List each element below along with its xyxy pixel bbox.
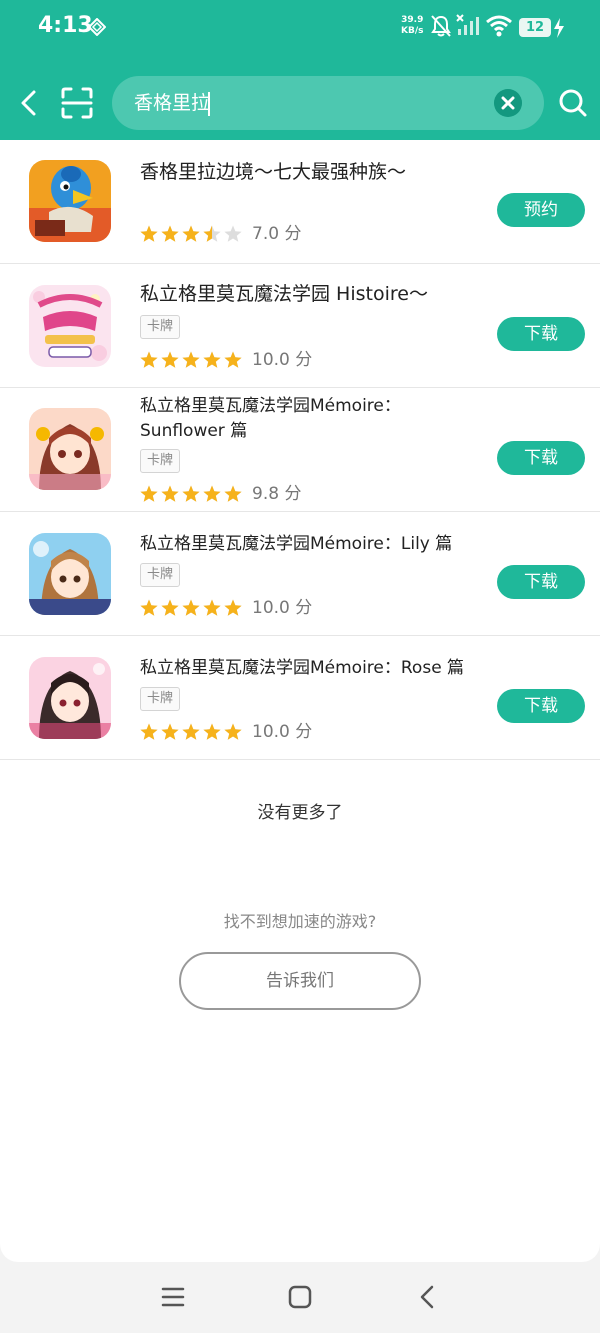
- game-title[interactable]: 香格里拉边境～七大最强种族～: [140, 160, 485, 185]
- star-fill: [182, 485, 200, 502]
- rating-stars: [140, 485, 242, 502]
- star-fill: [203, 485, 221, 502]
- star-fill: [203, 351, 221, 368]
- genre-tag: 卡牌: [140, 687, 181, 711]
- back-icon[interactable]: [415, 1284, 441, 1310]
- genre-tag: 卡牌: [140, 563, 181, 587]
- star-fill: [161, 225, 179, 242]
- wifi-icon: [486, 15, 512, 37]
- star-fill: [140, 723, 158, 740]
- search-bar[interactable]: [112, 76, 544, 130]
- back-arrow-icon[interactable]: [14, 86, 42, 120]
- game-title[interactable]: 私立格里莫瓦魔法学园Mémoire：Lily 篇: [140, 532, 485, 557]
- game-title[interactable]: 私立格里莫瓦魔法学园Mémoire：Rose 篇: [140, 656, 485, 681]
- game-row[interactable]: 私立格里莫瓦魔法学园Mémoire：Sunflower 篇 卡牌 9.8 分 下…: [0, 388, 600, 512]
- star-fill: [140, 351, 158, 368]
- game-row[interactable]: 私立格里莫瓦魔法学园Mémoire：Rose 篇 卡牌 10.0 分 下载: [0, 636, 600, 760]
- game-row[interactable]: 私立格里莫瓦魔法学园Mémoire：Lily 篇 卡牌 10.0 分 下载: [0, 512, 600, 636]
- star-fill: [182, 225, 200, 242]
- anime-girl-lily-icon[interactable]: [29, 533, 111, 615]
- game-score: 10.0 分: [252, 350, 313, 370]
- star-fill: [182, 599, 200, 616]
- no-signal-icon: [456, 14, 479, 35]
- game-score: 10.0 分: [252, 722, 313, 742]
- tell-us-button[interactable]: 告诉我们: [179, 952, 421, 1010]
- download-button[interactable]: 下载: [497, 689, 585, 723]
- clear-icon[interactable]: [494, 89, 522, 117]
- system-navigation-bar: [0, 1262, 600, 1333]
- download-button[interactable]: 下载: [497, 441, 585, 475]
- star-fill: [182, 723, 200, 740]
- game-title[interactable]: 私立格里莫瓦魔法学园Mémoire：Sunflower 篇: [140, 394, 485, 444]
- game-score: 10.0 分: [252, 598, 313, 618]
- reserve-button[interactable]: 预约: [497, 193, 585, 227]
- star-fill: [161, 485, 179, 502]
- star-fill: [224, 599, 242, 616]
- text-cursor: [208, 92, 210, 116]
- net-speed-value: 39.9: [401, 15, 424, 25]
- home-icon[interactable]: [287, 1284, 313, 1310]
- histoire-logo-icon[interactable]: [29, 285, 111, 367]
- rating-stars: [140, 723, 242, 740]
- star-fill: [203, 599, 221, 616]
- network-speed: 39.9 KB/s: [401, 15, 423, 37]
- search-input[interactable]: [134, 76, 464, 130]
- missing-game-hint: 找不到想加速的游戏?: [223, 912, 377, 931]
- star-fill: [140, 225, 158, 242]
- search-results: 香格里拉边境～七大最强种族～ 7.0 分 预约 私立格里莫瓦魔法学园 Histo…: [0, 140, 600, 1262]
- vpn-diamond-icon: [88, 18, 106, 36]
- star-fill: [161, 351, 179, 368]
- search-icon[interactable]: [558, 88, 588, 118]
- no-more-text: 没有更多了: [257, 803, 343, 823]
- app-header: 4:13 39.9 KB/s 12: [0, 0, 600, 140]
- game-row[interactable]: 私立格里莫瓦魔法学园 Histoire～ 卡牌 10.0 分 下载: [0, 264, 600, 388]
- game-score: 9.8 分: [252, 484, 302, 504]
- game-score: 7.0 分: [252, 224, 302, 244]
- star-icon: [224, 225, 242, 242]
- anime-girl-rose-icon[interactable]: [29, 657, 111, 739]
- star-fill: [203, 723, 221, 740]
- anime-girl-sunflower-icon[interactable]: [29, 408, 111, 490]
- star-fill: [224, 485, 242, 502]
- game-title[interactable]: 私立格里莫瓦魔法学园 Histoire～: [140, 282, 485, 307]
- charging-icon: [554, 18, 564, 38]
- scan-icon[interactable]: [60, 86, 94, 120]
- status-bar: 4:13 39.9 KB/s 12: [0, 0, 600, 56]
- download-button[interactable]: 下载: [497, 317, 585, 351]
- game-row[interactable]: 香格里拉边境～七大最强种族～ 7.0 分 预约: [0, 140, 600, 264]
- star-fill: [224, 723, 242, 740]
- star-fill: [182, 351, 200, 368]
- star-fill: [140, 599, 158, 616]
- mute-bell-icon: [431, 15, 451, 37]
- battery-icon: 12: [519, 18, 551, 37]
- star-fill: [224, 351, 242, 368]
- star-fill: [161, 723, 179, 740]
- star-fill: [140, 485, 158, 502]
- star-fill: [161, 599, 179, 616]
- genre-tag: 卡牌: [140, 449, 181, 473]
- status-time: 4:13: [38, 13, 93, 38]
- menu-icon[interactable]: [160, 1284, 186, 1310]
- rating-stars: [140, 225, 242, 242]
- rating-stars: [140, 351, 242, 368]
- genre-tag: 卡牌: [140, 315, 181, 339]
- net-speed-unit: KB/s: [401, 26, 424, 36]
- rating-stars: [140, 599, 242, 616]
- blue-bird-warrior-icon[interactable]: [29, 160, 111, 242]
- download-button[interactable]: 下载: [497, 565, 585, 599]
